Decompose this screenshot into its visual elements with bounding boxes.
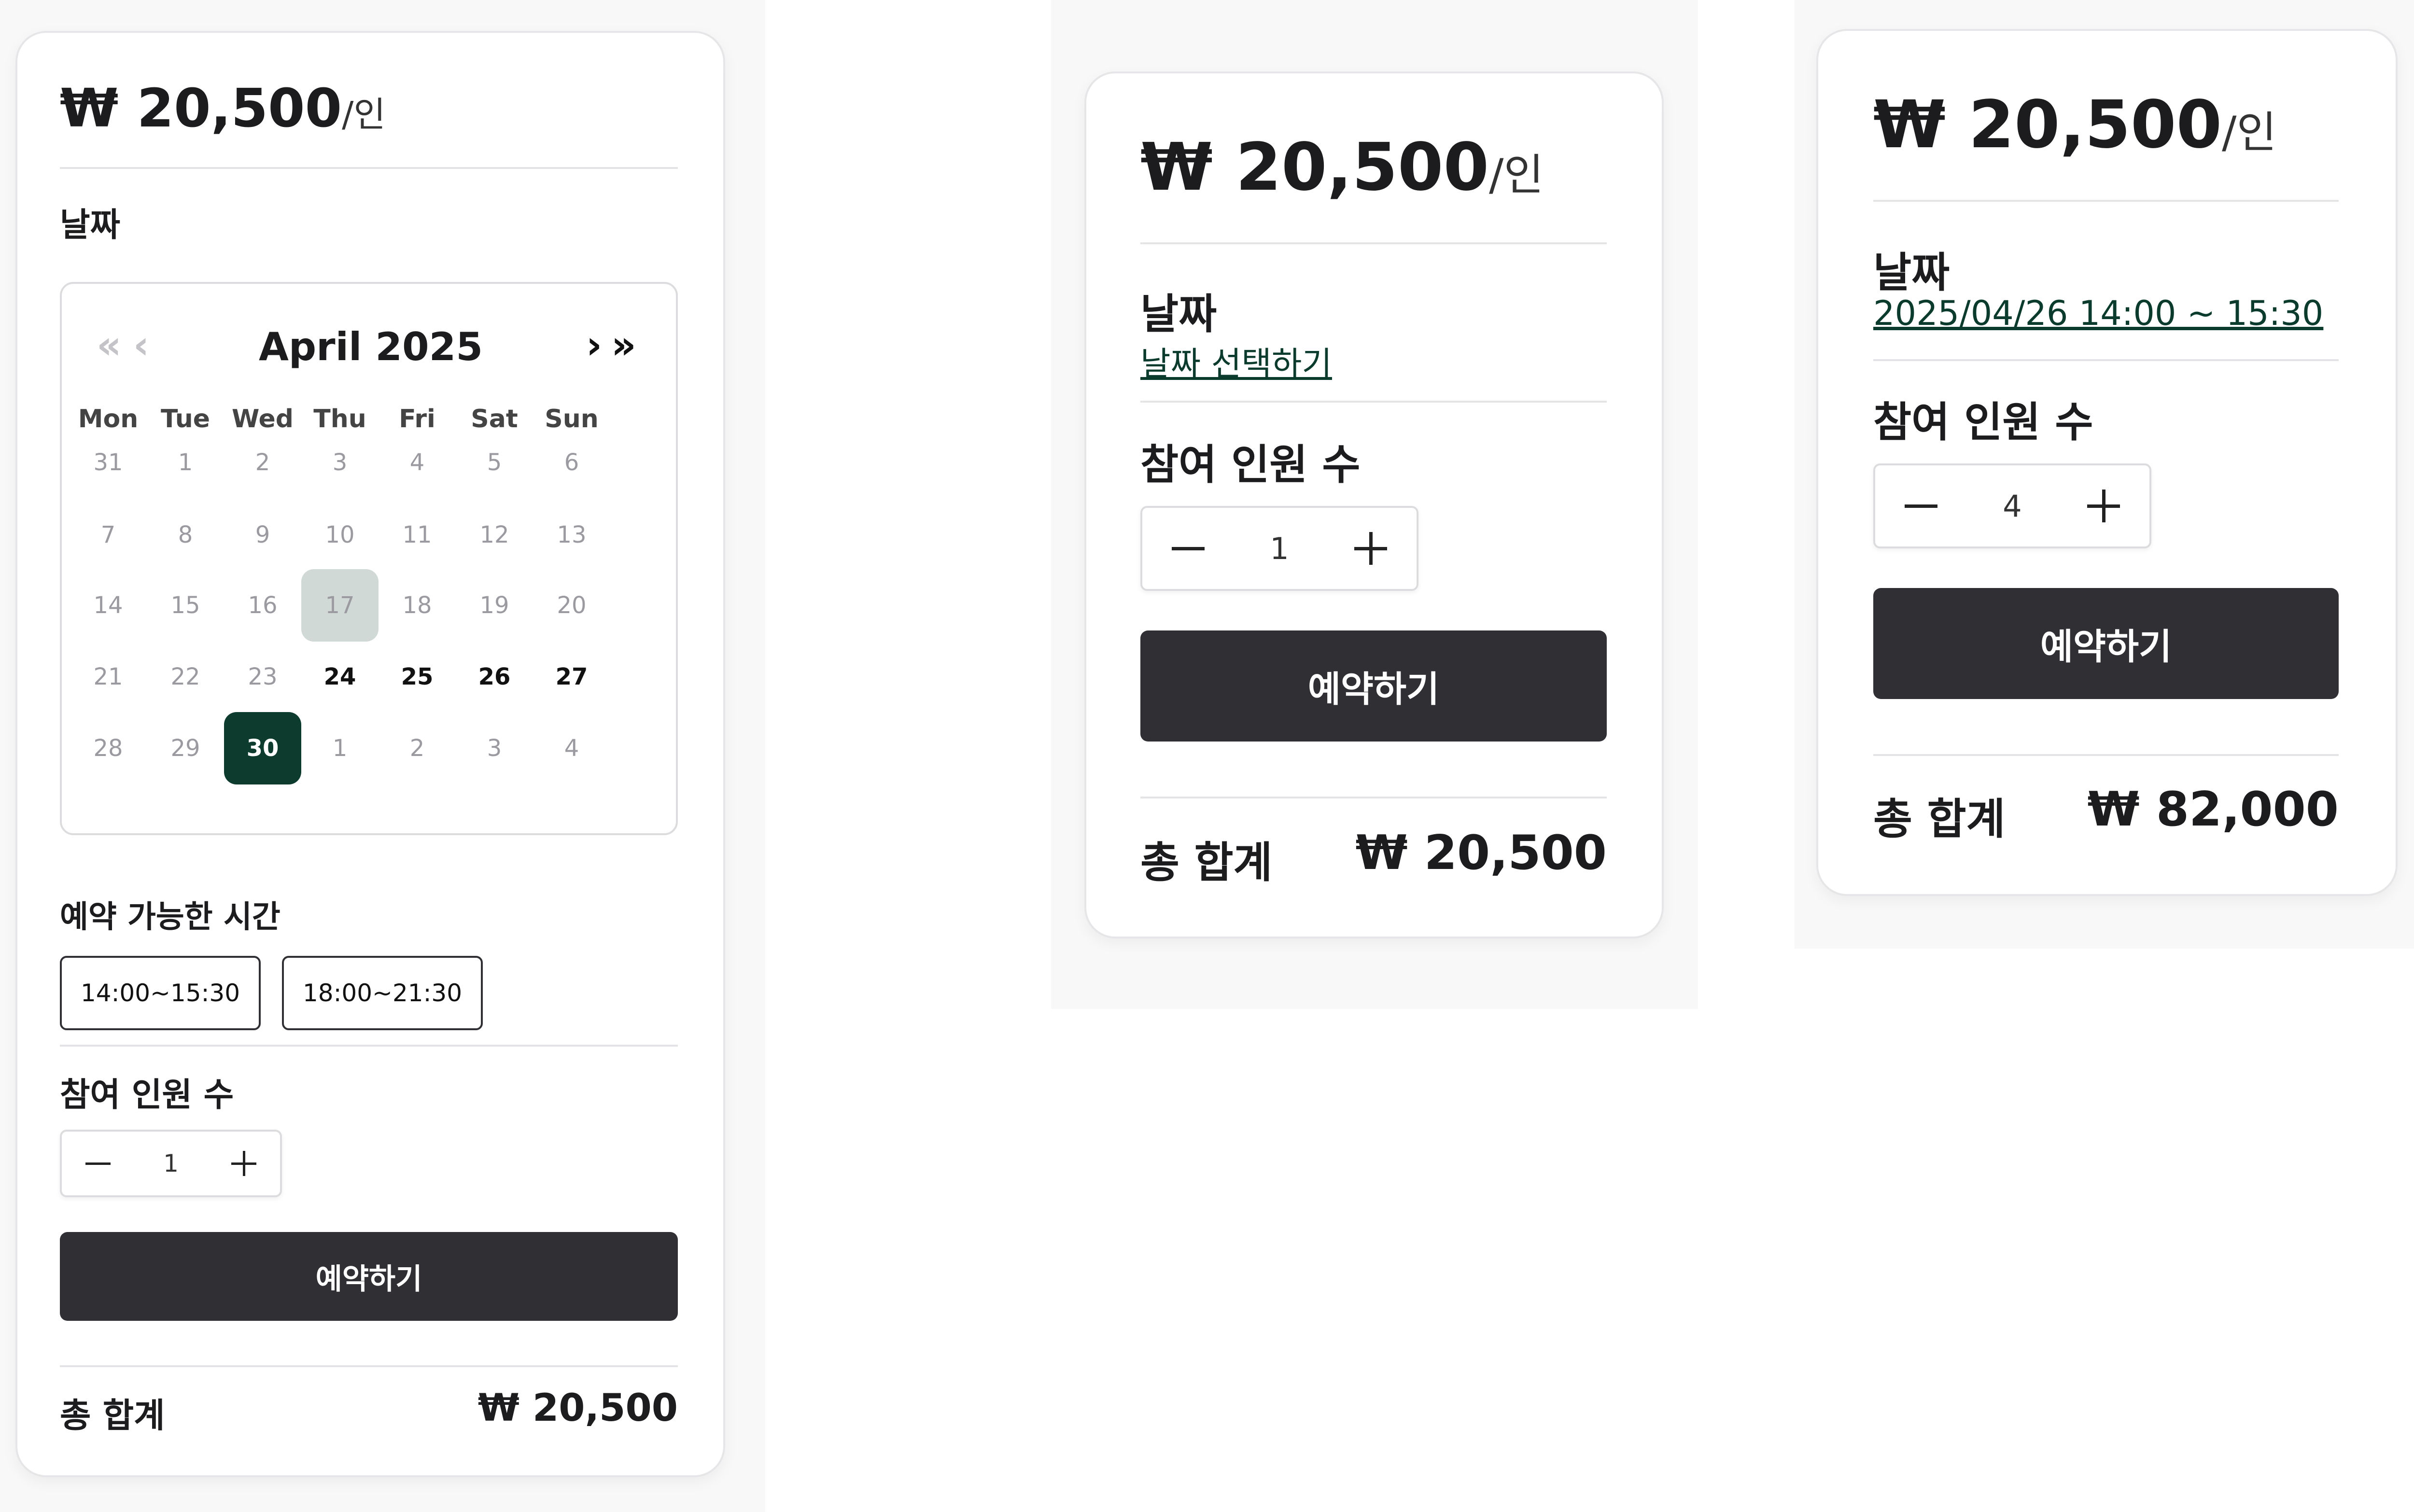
increment-button[interactable] bbox=[208, 1132, 280, 1195]
plus-icon bbox=[2087, 490, 2120, 522]
next-month-button[interactable]: › bbox=[586, 322, 602, 367]
divider bbox=[60, 1045, 678, 1047]
calendar-day[interactable]: 4 bbox=[533, 712, 610, 784]
date-label: 날짜 bbox=[60, 206, 121, 244]
price-per-person: ₩ 20,500/인 bbox=[1873, 87, 2276, 163]
calendar-month-title: April 2025 bbox=[259, 324, 483, 369]
calendar-day[interactable]: 24 bbox=[301, 641, 379, 713]
quantity-stepper: 1 bbox=[60, 1130, 282, 1197]
calendar-day[interactable]: 16 bbox=[224, 569, 301, 642]
calendar-day[interactable]: 22 bbox=[147, 641, 224, 713]
next-year-button[interactable]: » bbox=[611, 322, 636, 367]
date-label: 날짜 bbox=[1873, 249, 1950, 297]
increment-button[interactable] bbox=[2058, 465, 2149, 546]
available-time-label: 예약 가능한 시간 bbox=[60, 899, 281, 935]
plus-icon bbox=[231, 1151, 256, 1176]
calendar-day[interactable]: 3 bbox=[301, 426, 379, 499]
decrement-button[interactable] bbox=[1875, 465, 1967, 546]
divider bbox=[60, 167, 678, 169]
participant-count-label: 참여 인원 수 bbox=[1873, 398, 2093, 447]
divider bbox=[1873, 359, 2339, 361]
book-button[interactable]: 예약하기 bbox=[60, 1232, 678, 1321]
calendar-day[interactable]: 11 bbox=[379, 499, 456, 571]
book-button[interactable]: 예약하기 bbox=[1873, 588, 2339, 699]
participant-count-label: 참여 인원 수 bbox=[60, 1076, 234, 1114]
price-unit: /인 bbox=[2222, 107, 2277, 158]
calendar-day[interactable]: 15 bbox=[147, 569, 224, 642]
quantity-value[interactable]: 1 bbox=[134, 1132, 208, 1195]
divider bbox=[1873, 754, 2339, 756]
calendar-day[interactable]: 21 bbox=[70, 641, 147, 713]
calendar-day[interactable]: 9 bbox=[224, 499, 301, 571]
book-button[interactable]: 예약하기 bbox=[1140, 630, 1607, 742]
divider bbox=[1140, 242, 1607, 244]
total-label: 총 합계 bbox=[1873, 794, 2006, 844]
time-slot-2[interactable]: 18:00~21:30 bbox=[282, 956, 483, 1030]
calendar-day[interactable]: 14 bbox=[70, 569, 147, 642]
prev-year-button[interactable]: « bbox=[97, 322, 122, 367]
select-date-link[interactable]: 날짜 선택하기 bbox=[1140, 337, 1332, 385]
minus-icon bbox=[1905, 504, 1937, 508]
minus-icon bbox=[85, 1162, 111, 1165]
calendar-day[interactable]: 4 bbox=[379, 426, 456, 499]
quantity-value[interactable]: 4 bbox=[1967, 465, 2058, 546]
price-unit: /인 bbox=[1489, 150, 1544, 200]
calendar-day[interactable]: 1 bbox=[301, 712, 379, 784]
divider bbox=[1873, 200, 2339, 202]
calendar-day[interactable]: 23 bbox=[224, 641, 301, 713]
divider bbox=[60, 1365, 678, 1367]
prev-month-button[interactable]: ‹ bbox=[133, 322, 149, 367]
quantity-stepper: 1 bbox=[1140, 506, 1418, 591]
calendar: « ‹ April 2025 › » Mon Tue Wed Thu Fri Sat Sun… bbox=[60, 282, 678, 835]
calendar-day-today[interactable]: 17 bbox=[301, 569, 379, 642]
divider bbox=[1140, 797, 1607, 798]
participant-count-label: 참여 인원 수 bbox=[1140, 441, 1361, 489]
total-value: ₩ 20,500 bbox=[477, 1386, 678, 1430]
calendar-day[interactable]: 1 bbox=[147, 426, 224, 499]
total-value: ₩ 20,500 bbox=[1355, 826, 1607, 881]
calendar-day[interactable]: 2 bbox=[224, 426, 301, 499]
total-value: ₩ 82,000 bbox=[2087, 782, 2339, 837]
calendar-day[interactable]: 12 bbox=[456, 499, 533, 571]
price-amount: ₩ 20,500 bbox=[1873, 87, 2222, 163]
total-label: 총 합계 bbox=[1140, 838, 1273, 887]
price-amount: ₩ 20,500 bbox=[60, 77, 342, 139]
decrement-button[interactable] bbox=[1142, 508, 1234, 589]
calendar-day[interactable]: 7 bbox=[70, 499, 147, 571]
price-per-person: ₩ 20,500/인 bbox=[1140, 129, 1544, 206]
calendar-day[interactable]: 26 bbox=[456, 641, 533, 713]
quantity-value[interactable]: 1 bbox=[1234, 508, 1325, 589]
plus-icon bbox=[1354, 532, 1387, 565]
minus-icon bbox=[1172, 547, 1205, 550]
calendar-day[interactable]: 20 bbox=[533, 569, 610, 642]
divider bbox=[1140, 401, 1607, 403]
calendar-day[interactable]: 25 bbox=[379, 641, 456, 713]
selected-date-link[interactable]: 2025/04/26 14:00 ~ 15:30 bbox=[1873, 294, 2323, 333]
calendar-day[interactable]: 29 bbox=[147, 712, 224, 784]
calendar-day[interactable]: 2 bbox=[379, 712, 456, 784]
price-unit: /인 bbox=[342, 94, 386, 135]
calendar-day[interactable]: 27 bbox=[533, 641, 610, 713]
calendar-day[interactable]: 10 bbox=[301, 499, 379, 571]
calendar-day[interactable]: 3 bbox=[456, 712, 533, 784]
calendar-day[interactable]: 8 bbox=[147, 499, 224, 571]
date-label: 날짜 bbox=[1140, 290, 1217, 338]
calendar-day-selected[interactable]: 30 bbox=[224, 712, 301, 784]
calendar-day[interactable]: 13 bbox=[533, 499, 610, 571]
price-per-person: ₩ 20,500/인 bbox=[60, 77, 386, 139]
calendar-day[interactable]: 5 bbox=[456, 426, 533, 499]
decrement-button[interactable] bbox=[62, 1132, 134, 1195]
increment-button[interactable] bbox=[1325, 508, 1417, 589]
quantity-stepper: 4 bbox=[1873, 463, 2151, 548]
total-label: 총 합계 bbox=[60, 1396, 165, 1435]
calendar-day[interactable]: 28 bbox=[70, 712, 147, 784]
price-amount: ₩ 20,500 bbox=[1140, 129, 1489, 206]
calendar-day[interactable]: 6 bbox=[533, 426, 610, 499]
calendar-day[interactable]: 19 bbox=[456, 569, 533, 642]
time-slot-1[interactable]: 14:00~15:30 bbox=[60, 956, 261, 1030]
calendar-day[interactable]: 31 bbox=[70, 426, 147, 499]
calendar-day[interactable]: 18 bbox=[379, 569, 456, 642]
